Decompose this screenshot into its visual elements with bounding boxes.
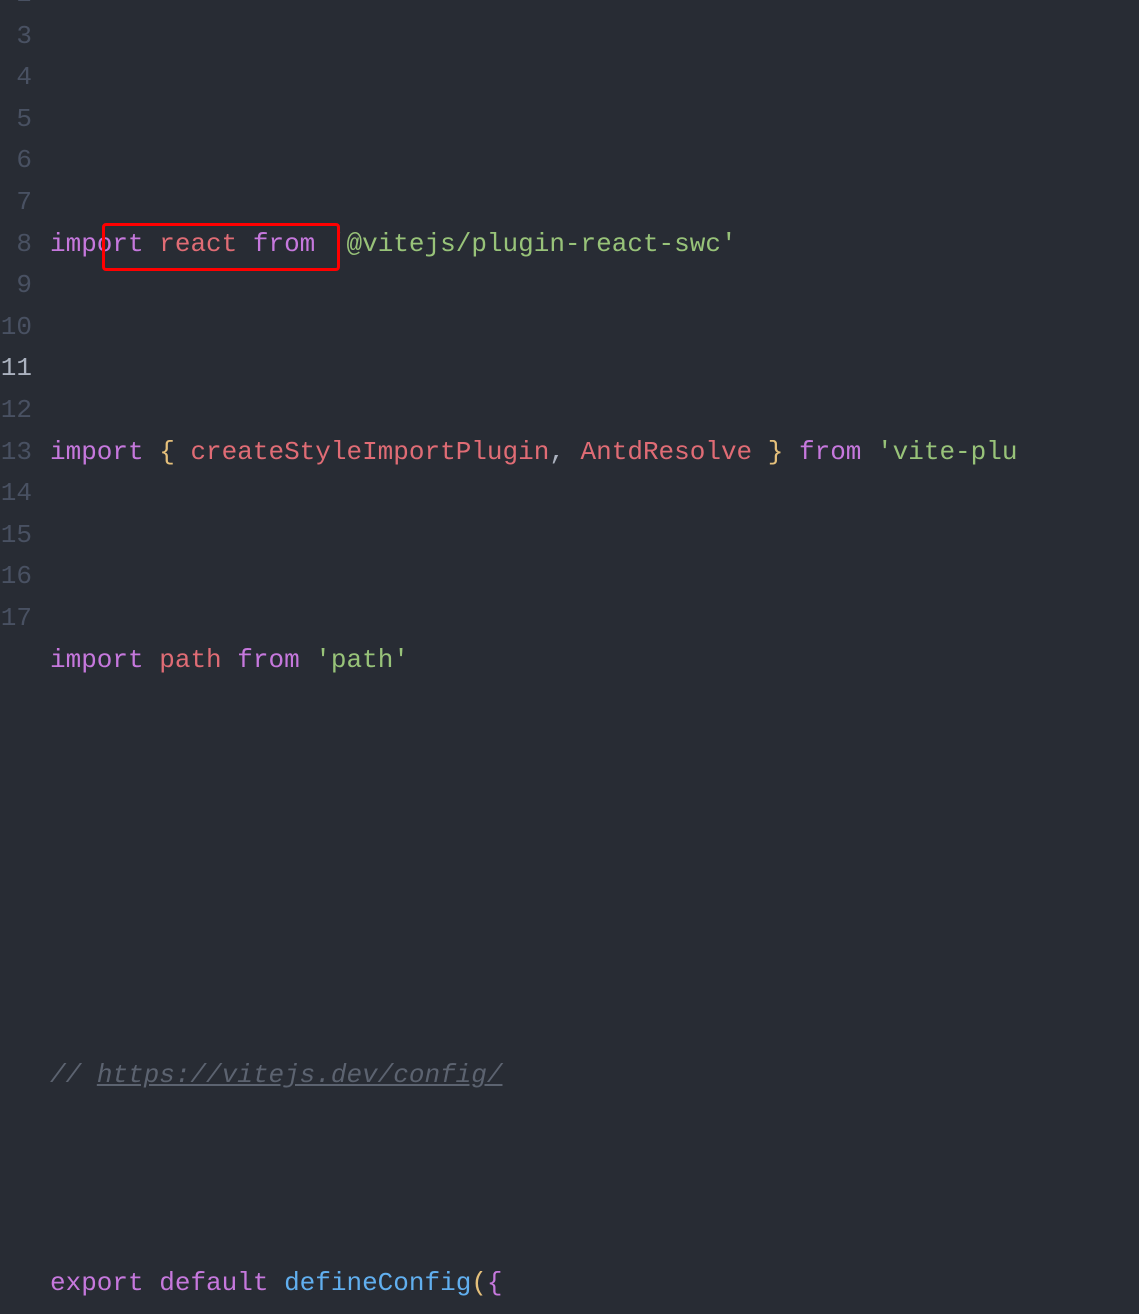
brace: } bbox=[768, 437, 784, 467]
line-number: 7 bbox=[0, 182, 32, 224]
line-number: 9 bbox=[0, 265, 32, 307]
string-literal: 'path' bbox=[315, 645, 409, 675]
function-call: defineConfig bbox=[284, 1268, 471, 1298]
line-number: 3 bbox=[0, 16, 32, 58]
keyword-default: default bbox=[159, 1268, 268, 1298]
comment: // bbox=[50, 1060, 97, 1090]
line-number-active: 11 bbox=[0, 348, 32, 390]
line-number: 10 bbox=[0, 307, 32, 349]
brace: { bbox=[487, 1268, 503, 1298]
keyword-import: import bbox=[50, 229, 144, 259]
line-number: 16 bbox=[0, 556, 32, 598]
line-number: 6 bbox=[0, 140, 32, 182]
identifier: path bbox=[159, 645, 221, 675]
code-content[interactable]: import react from '@vitejs/plugin-react-… bbox=[50, 0, 1139, 657]
identifier: createStyleImportPlugin bbox=[190, 437, 549, 467]
line-number: 8 bbox=[0, 224, 32, 266]
identifier: react bbox=[159, 229, 237, 259]
keyword-from: from bbox=[237, 645, 299, 675]
keyword-import: import bbox=[50, 437, 144, 467]
line-number: 5 bbox=[0, 99, 32, 141]
keyword-export: export bbox=[50, 1268, 144, 1298]
string-literal: '@vitejs/plugin-react-swc' bbox=[331, 229, 737, 259]
code-line[interactable]: import path from 'path' bbox=[50, 640, 1139, 682]
keyword-import: import bbox=[50, 645, 144, 675]
line-number: 13 bbox=[0, 432, 32, 474]
code-line[interactable]: // https://vitejs.dev/config/ bbox=[50, 1055, 1139, 1097]
line-number: 15 bbox=[0, 515, 32, 557]
keyword-from: from bbox=[253, 229, 315, 259]
comment-url: https://vitejs.dev/config/ bbox=[97, 1060, 503, 1090]
line-number: 2 bbox=[0, 0, 32, 16]
paren: ( bbox=[471, 1268, 487, 1298]
keyword-from: from bbox=[799, 437, 861, 467]
line-number: 4 bbox=[0, 57, 32, 99]
line-number: 12 bbox=[0, 390, 32, 432]
string-literal: 'vite-plu bbox=[877, 437, 1017, 467]
code-line-empty[interactable] bbox=[50, 847, 1139, 889]
code-editor[interactable]: 2 3 4 5 6 7 8 9 10 11 12 13 14 15 16 17 … bbox=[0, 0, 1139, 657]
code-line[interactable]: import react from '@vitejs/plugin-react-… bbox=[50, 224, 1139, 266]
line-number: 17 bbox=[0, 598, 32, 640]
code-line[interactable]: export default defineConfig({ bbox=[50, 1263, 1139, 1305]
brace: { bbox=[159, 437, 175, 467]
line-number: 14 bbox=[0, 473, 32, 515]
identifier: AntdResolve bbox=[581, 437, 753, 467]
comma: , bbox=[549, 437, 565, 467]
code-line[interactable]: import { createStyleImportPlugin, AntdRe… bbox=[50, 432, 1139, 474]
line-gutter: 2 3 4 5 6 7 8 9 10 11 12 13 14 15 16 17 bbox=[0, 0, 50, 657]
